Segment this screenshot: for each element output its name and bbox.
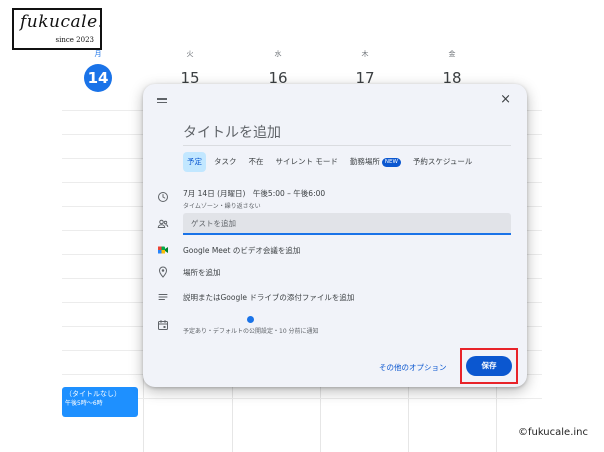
event-type-tabs: 予定 タスク 不在 サイレント モード 勤務場所 NEW 予約スケジュール	[183, 152, 476, 172]
tab-task[interactable]: タスク	[210, 152, 241, 172]
calendar-icon	[158, 320, 168, 330]
day-of-week: 月	[94, 50, 102, 58]
notes-icon	[158, 294, 168, 300]
drag-handle-icon[interactable]	[157, 98, 167, 104]
logo-wordmark: fukucale.	[20, 12, 104, 32]
logo-since: since 2023	[55, 36, 94, 44]
tab-focus-time[interactable]: サイレント モード	[272, 152, 342, 172]
new-badge: NEW	[381, 158, 401, 167]
add-description[interactable]: 説明またはGoogle ドライブの添付ファイルを追加	[183, 292, 354, 303]
tab-appointment-schedule[interactable]: 予約スケジュール	[409, 152, 476, 172]
copyright-text: ©fukucale.inc	[517, 427, 588, 438]
save-button[interactable]: 保存	[466, 356, 512, 376]
day-of-week: 金	[448, 50, 456, 58]
more-options-button[interactable]: その他のオプション	[379, 362, 447, 373]
location-pin-icon	[158, 266, 168, 278]
google-meet-icon	[158, 246, 168, 254]
tab-out-of-office[interactable]: 不在	[245, 152, 268, 172]
day-of-week: 水	[274, 50, 282, 58]
add-meet-link[interactable]: Google Meet のビデオ会議を追加	[183, 245, 300, 256]
tab-event[interactable]: 予定	[183, 152, 206, 172]
add-location[interactable]: 場所を追加	[183, 267, 221, 278]
event-create-dialog: × 予定 タスク 不在 サイレント モード 勤務場所NEW 予約スケジュール 7…	[143, 84, 527, 387]
clock-icon	[158, 192, 168, 202]
event-datetime[interactable]: 7月 14日 (月曜日) 午後5:00 – 午後6:00	[183, 188, 325, 199]
calendar-event[interactable]: （タイトルなし） 午後5時～6時	[62, 387, 138, 417]
timezone-repeat[interactable]: タイムゾーン・繰り返さない	[183, 201, 261, 210]
tab-working-location[interactable]: 勤務場所 NEW	[346, 152, 405, 172]
calendar-color-dot[interactable]	[247, 316, 254, 323]
event-title: （タイトルなし）	[65, 390, 121, 398]
tab-label: 勤務場所	[349, 157, 380, 166]
calendar-settings-summary[interactable]: 予定あり・デフォルトの公開設定・10 分前に通知	[183, 326, 319, 335]
close-icon[interactable]: ×	[500, 93, 511, 107]
title-input[interactable]	[183, 120, 511, 146]
day-of-week: 火	[186, 50, 194, 58]
day-of-week: 木	[361, 50, 369, 58]
day-header-mon[interactable]: 月 14	[54, 48, 142, 92]
brand-logo: fukucale. since 2023	[12, 8, 104, 50]
day-number[interactable]: 14	[84, 64, 112, 92]
event-time: 午後5時～6時	[65, 400, 103, 407]
guest-input[interactable]: ゲストを追加	[183, 213, 511, 235]
people-icon	[157, 219, 169, 228]
